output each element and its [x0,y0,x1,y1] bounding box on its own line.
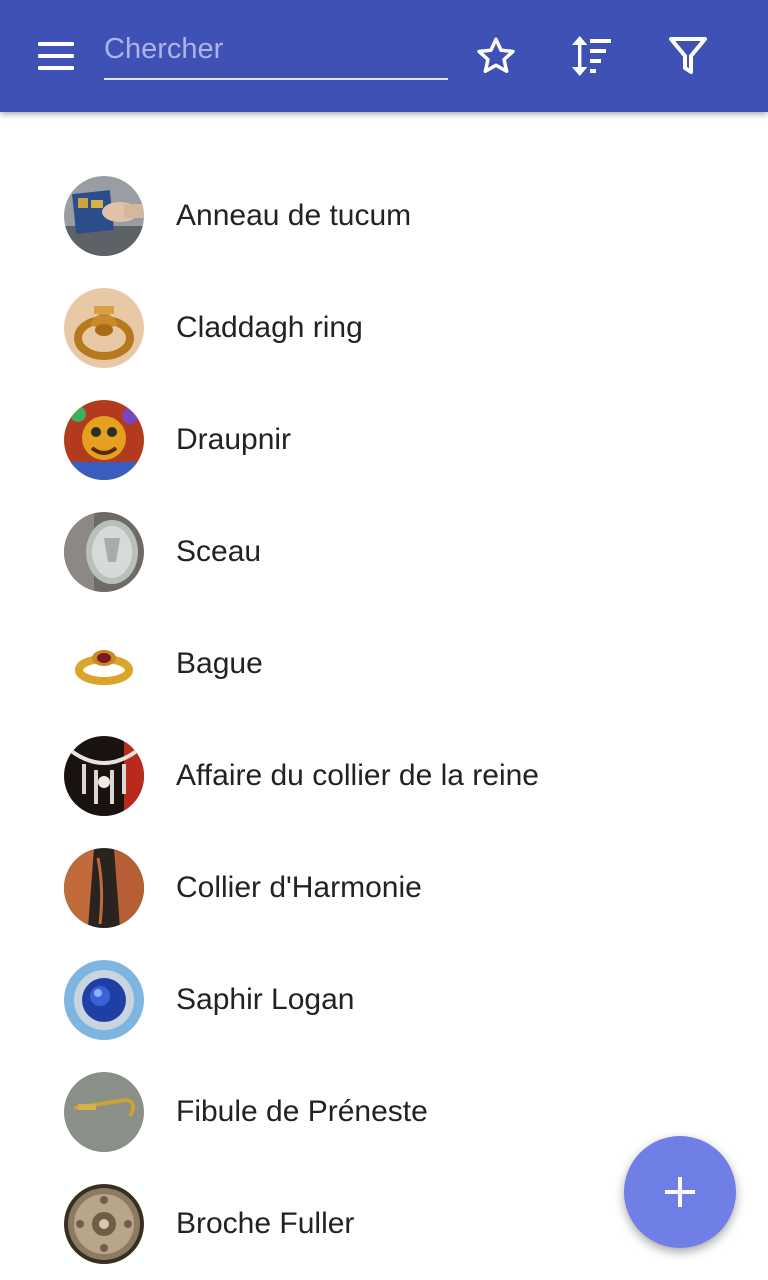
tucum-ring-thumbnail [64,176,144,256]
item-label: Bague [176,647,263,680]
item-label: Broche Fuller [176,1207,355,1240]
item-label: Saphir Logan [176,983,355,1016]
list-item[interactable]: Affaire du collier de la reine [0,720,768,832]
menu-button[interactable] [24,32,88,80]
item-label: Fibule de Préneste [176,1095,428,1128]
menu-icon-bar [38,66,74,70]
menu-icon-bar [38,54,74,58]
list-item[interactable]: Draupnir [0,384,768,496]
ring-thumbnail [64,624,144,704]
list-item[interactable]: Sceau [0,496,768,608]
greek-vase-thumbnail [64,848,144,928]
item-label: Affaire du collier de la reine [176,759,539,792]
logan-sapphire-thumbnail [64,960,144,1040]
list-item[interactable]: Bague [0,608,768,720]
list-item[interactable]: Saphir Logan [0,944,768,1056]
list-item[interactable]: Anneau de tucum [0,160,768,272]
star-outline-icon [477,37,515,73]
item-list: Anneau de tucum Claddagh ring Draupnir S… [0,160,768,1280]
filter-icon [669,37,707,74]
filter-button[interactable] [658,26,718,86]
fuller-brooch-thumbnail [64,1184,144,1264]
item-label: Claddagh ring [176,311,363,344]
item-label: Collier d'Harmonie [176,871,422,904]
plus-icon [665,1177,695,1207]
menu-icon-bar [38,42,74,46]
item-label: Draupnir [176,423,292,456]
queens-necklace-thumbnail [64,736,144,816]
list-item[interactable]: Claddagh ring [0,272,768,384]
sort-button[interactable] [561,26,621,86]
draupnir-thumbnail [64,400,144,480]
sort-icon [572,36,611,76]
list-item[interactable]: Collier d'Harmonie [0,832,768,944]
item-label: Anneau de tucum [176,199,412,232]
add-button[interactable] [624,1136,736,1248]
praeneste-fibula-thumbnail [64,1072,144,1152]
search-input[interactable] [104,20,448,80]
item-label: Sceau [176,535,262,568]
seal-thumbnail [64,512,144,592]
app-bar [0,0,768,112]
favorites-button[interactable] [466,26,526,86]
claddagh-ring-thumbnail [64,288,144,368]
